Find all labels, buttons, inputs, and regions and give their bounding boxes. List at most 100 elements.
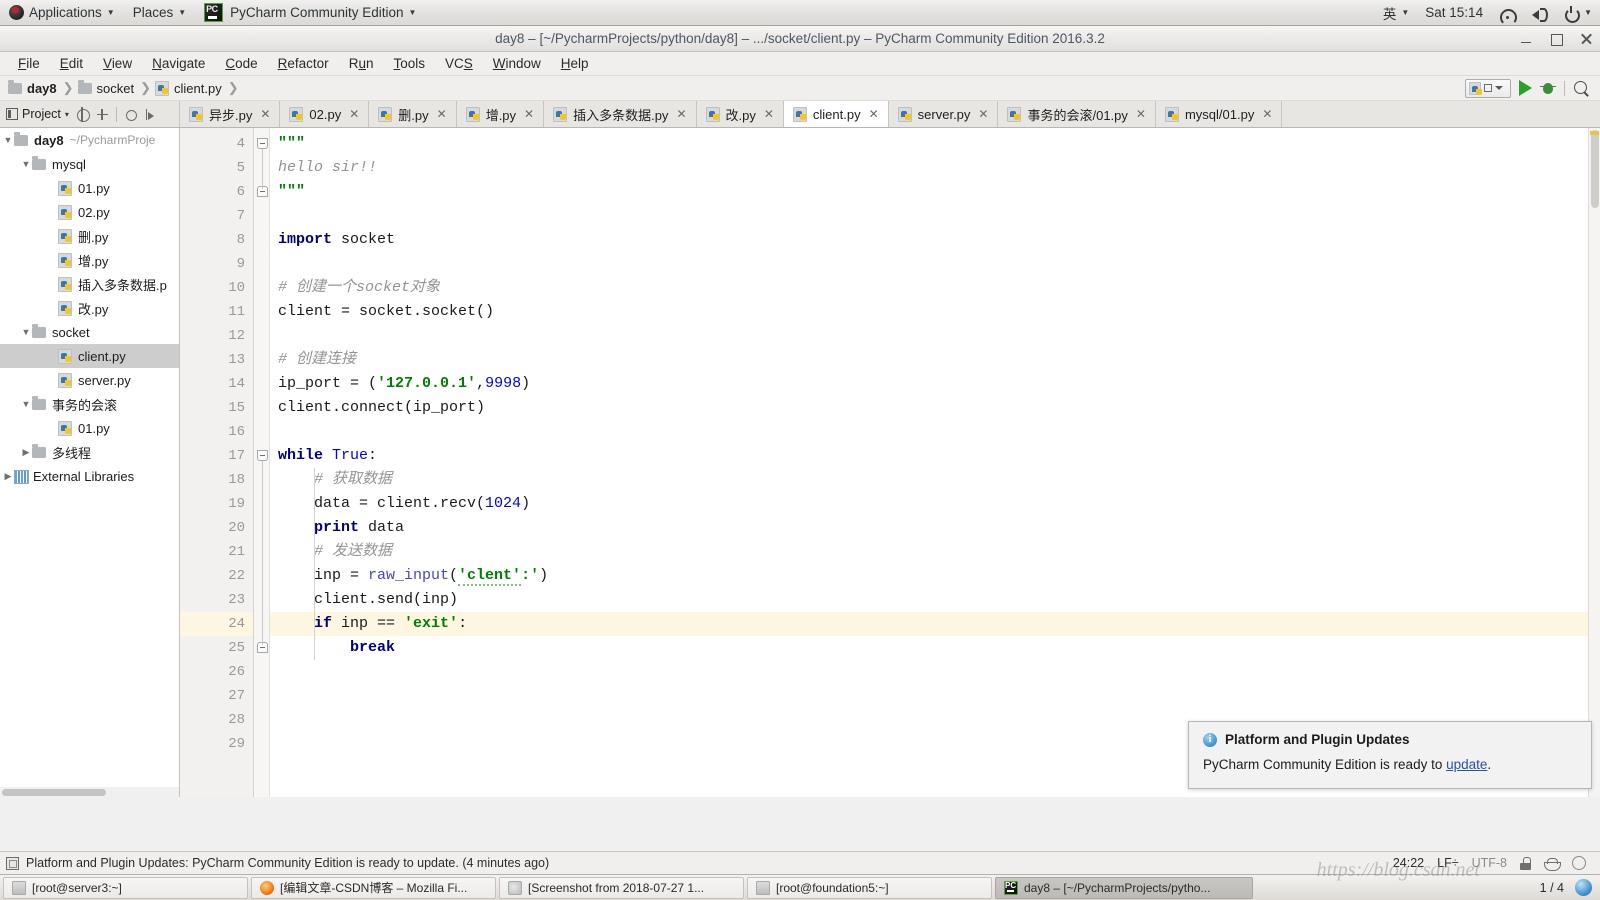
caret-position[interactable]: 24:22 xyxy=(1393,856,1424,870)
code-line[interactable]: ip_port = ('127.0.0.1',9998) xyxy=(278,372,1600,396)
editor-tab-client-py[interactable]: client.py ✕ xyxy=(783,101,889,127)
code-line[interactable] xyxy=(278,684,1600,708)
code-line[interactable]: hello sir!! xyxy=(278,156,1600,180)
status-message[interactable]: Platform and Plugin Updates: PyCharm Com… xyxy=(26,856,549,870)
places-menu[interactable]: Places ▼ xyxy=(124,0,195,26)
run-configuration-selector[interactable] xyxy=(1465,78,1511,98)
menu-refactor[interactable]: Refactor xyxy=(268,54,339,73)
tree-node-server-py[interactable]: server.py xyxy=(0,368,179,392)
tree-node-02-py[interactable]: 02.py xyxy=(0,200,179,224)
file-encoding[interactable]: UTF-8 xyxy=(1472,856,1507,870)
taskbar-window-button[interactable]: [root@foundation5:~] xyxy=(747,876,992,899)
code-folding-column[interactable] xyxy=(254,128,270,797)
close-tab-icon[interactable]: ✕ xyxy=(676,107,686,121)
input-method-indicator[interactable]: 英 ▼ xyxy=(1375,0,1417,26)
editor-tab-02-py[interactable]: 02.py ✕ xyxy=(280,101,370,127)
menu-view[interactable]: View xyxy=(93,54,142,73)
editor-tab-异步-py[interactable]: 异步.py ✕ xyxy=(180,101,281,127)
editor-tab-mysql-01-py[interactable]: mysql/01.py ✕ xyxy=(1155,101,1283,127)
tree-node-插入多条数据-p[interactable]: 插入多条数据.p xyxy=(0,272,179,296)
code-line[interactable]: client.connect(ip_port) xyxy=(278,396,1600,420)
taskbar-window-button[interactable]: [Screenshot from 2018-07-27 1... xyxy=(499,876,744,899)
close-tab-icon[interactable]: ✕ xyxy=(349,107,359,121)
menu-navigate[interactable]: Navigate xyxy=(142,54,215,73)
power-menu[interactable]: ▼ xyxy=(1555,0,1600,26)
tree-node-增-py[interactable]: 增.py xyxy=(0,248,179,272)
menu-edit[interactable]: Edit xyxy=(50,54,93,73)
tree-node-01-py[interactable]: 01.py xyxy=(0,416,179,440)
menu-tools[interactable]: Tools xyxy=(383,54,435,73)
tree-node-事务的会滚[interactable]: ▼ 事务的会滚 xyxy=(0,392,179,416)
close-tab-icon[interactable]: ✕ xyxy=(1262,107,1272,121)
code-line[interactable]: # 创建一个socket对象 xyxy=(278,276,1600,300)
code-line[interactable]: data = client.recv(1024) xyxy=(278,492,1600,516)
code-line[interactable]: client.send(inp) xyxy=(278,588,1600,612)
network-indicator[interactable] xyxy=(1491,0,1523,26)
clock[interactable]: Sat 15:14 xyxy=(1417,0,1491,26)
settings-icon[interactable] xyxy=(124,108,137,121)
taskbar-window-button[interactable]: day8 – [~/PycharmProjects/pytho... xyxy=(995,876,1253,899)
close-tab-icon[interactable]: ✕ xyxy=(1136,107,1146,121)
code-editor[interactable]: 4 5 6 7 8 9 10 11 12 13 14 15 16 17 18 19 20 21 22 23 24 25 26… xyxy=(180,128,1600,797)
close-button[interactable] xyxy=(1578,31,1594,47)
locate-icon[interactable] xyxy=(76,106,90,122)
editor-gutter[interactable]: 4 5 6 7 8 9 10 11 12 13 14 15 16 17 18 19 20 21 22 23 24 25 26… xyxy=(180,128,254,797)
code-line[interactable]: # 获取数据 xyxy=(278,468,1600,492)
project-tool-window-button[interactable]: Project ▾ xyxy=(6,107,69,121)
update-link[interactable]: update xyxy=(1446,757,1487,772)
tree-node-day8[interactable]: ▼ day8 ~/PycharmProje xyxy=(0,128,179,152)
code-line[interactable]: client = socket.socket() xyxy=(278,300,1600,324)
code-line[interactable] xyxy=(278,420,1600,444)
line-separator[interactable]: LF÷ xyxy=(1437,856,1458,870)
taskbar-window-button[interactable]: [root@server3:~] xyxy=(3,876,248,899)
code-line[interactable]: """ xyxy=(278,132,1600,156)
editor-tab-删-py[interactable]: 删.py ✕ xyxy=(369,101,457,127)
tree-node-socket[interactable]: ▼ socket xyxy=(0,320,179,344)
close-tab-icon[interactable]: ✕ xyxy=(524,107,534,121)
warning-stripe-icon[interactable] xyxy=(1590,131,1599,135)
fold-region-collapse-icon[interactable] xyxy=(257,450,268,461)
code-line[interactable] xyxy=(278,252,1600,276)
expanded-arrow-icon[interactable]: ▼ xyxy=(20,159,32,169)
applications-menu[interactable]: Applications ▼ xyxy=(0,0,124,26)
menu-file[interactable]: File xyxy=(8,54,50,73)
editor-tab-事务的会滚-01-py[interactable]: 事务的会滚/01.py ✕ xyxy=(998,101,1156,127)
workspace-switcher[interactable]: 1 / 4 xyxy=(1537,881,1567,895)
maximize-button[interactable] xyxy=(1548,31,1564,47)
tree-node-External Libraries[interactable]: ▶ External Libraries xyxy=(0,464,179,488)
tree-node-mysql[interactable]: ▼ mysql xyxy=(0,152,179,176)
tree-node-多线程[interactable]: ▶ 多线程 xyxy=(0,440,179,464)
code-line[interactable]: # 发送数据 xyxy=(278,540,1600,564)
menu-window[interactable]: Window xyxy=(483,54,551,73)
breadcrumb-item-day8[interactable]: day8 xyxy=(8,79,59,96)
lock-icon[interactable] xyxy=(1520,856,1531,870)
taskbar-window-button[interactable]: [编辑文章-CSDN博客 – Mozilla Fi... xyxy=(251,876,496,899)
menu-help[interactable]: Help xyxy=(551,54,599,73)
code-line[interactable]: # 创建连接 xyxy=(278,348,1600,372)
close-tab-icon[interactable]: ✕ xyxy=(437,107,447,121)
collapsed-arrow-icon[interactable]: ▶ xyxy=(2,471,14,482)
editor-tab-改-py[interactable]: 改.py ✕ xyxy=(696,101,784,127)
event-log-icon[interactable] xyxy=(6,856,19,870)
tree-horizontal-scrollbar[interactable] xyxy=(0,787,179,797)
hector-icon[interactable] xyxy=(1544,857,1561,871)
tree-node-删-py[interactable]: 删.py xyxy=(0,224,179,248)
tree-node-01-py[interactable]: 01.py xyxy=(0,176,179,200)
editor-tab-增-py[interactable]: 增.py ✕ xyxy=(456,101,545,127)
code-line[interactable]: if inp == 'exit': xyxy=(278,612,1600,636)
menu-run[interactable]: Run xyxy=(339,54,384,73)
close-tab-icon[interactable]: ✕ xyxy=(260,107,270,121)
menu-vcs[interactable]: VCS xyxy=(435,54,483,73)
code-line[interactable] xyxy=(278,324,1600,348)
minimize-button[interactable] xyxy=(1518,31,1534,47)
code-line[interactable] xyxy=(278,660,1600,684)
code-line[interactable] xyxy=(278,204,1600,228)
close-tab-icon[interactable]: ✕ xyxy=(978,107,988,121)
debug-button[interactable] xyxy=(1540,81,1556,96)
code-line[interactable]: inp = raw_input('clent':') xyxy=(278,564,1600,588)
code-line[interactable]: import socket xyxy=(278,228,1600,252)
tree-node-client-py[interactable]: client.py xyxy=(0,344,179,368)
breadcrumb-item-client-py[interactable]: client.py xyxy=(155,80,224,96)
memory-indicator-icon[interactable] xyxy=(1572,856,1586,870)
editor-tab-server-py[interactable]: server.py ✕ xyxy=(888,101,999,127)
